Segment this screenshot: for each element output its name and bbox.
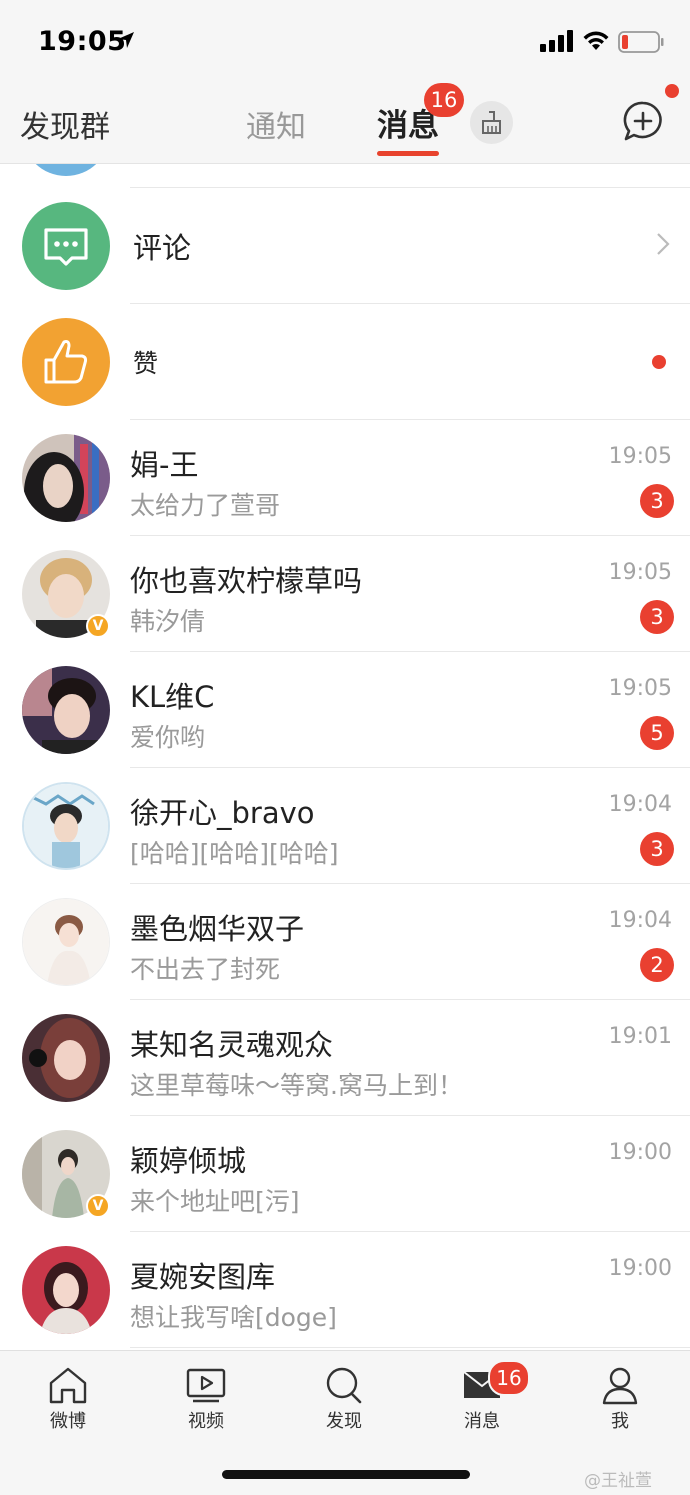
- like-icon-circle: [22, 318, 110, 406]
- avatar: [22, 434, 110, 522]
- messages-tab-badge: 16: [424, 83, 464, 117]
- conversation-preview: [哈哈][哈哈][哈哈]: [130, 839, 339, 868]
- status-bar: 19:05: [0, 0, 690, 80]
- avatar: [22, 1014, 110, 1102]
- conversation-name: 娟-王: [130, 448, 199, 482]
- cellular-signal-icon: [540, 30, 573, 52]
- unread-count-badge: 5: [640, 716, 674, 750]
- conversation-time: 19:04: [608, 792, 672, 817]
- top-nav-bar: 发现群 通知 消息 16: [0, 80, 690, 164]
- tab-label: 视频: [188, 1411, 224, 1432]
- tab-label: 发现: [326, 1411, 362, 1432]
- avatar: [22, 1246, 110, 1334]
- avatar: [22, 164, 110, 176]
- watermark-text: @王祉萱: [584, 1471, 652, 1491]
- tab-notifications[interactable]: 通知: [246, 102, 306, 146]
- conversation-name: 墨色烟华双子: [130, 912, 305, 946]
- tab-me[interactable]: 我: [575, 1365, 665, 1433]
- avatar: [22, 782, 110, 870]
- unread-count-badge: 3: [640, 600, 674, 634]
- likes-title: 赞: [133, 349, 159, 378]
- battery-icon: [618, 31, 664, 53]
- unread-dot: [652, 355, 666, 369]
- verified-badge-icon: V: [86, 1194, 110, 1218]
- avatar: [22, 666, 110, 754]
- conversation-name: 徐开心_bravo: [130, 796, 315, 830]
- conversation-preview: 爱你哟: [130, 723, 206, 752]
- conversation-preview: 想让我写啥[doge]: [130, 1303, 337, 1332]
- conversation-name: 你也喜欢柠檬草吗: [130, 564, 363, 598]
- unread-count-badge: 3: [640, 832, 674, 866]
- conversation-preview: 不出去了封死: [130, 955, 281, 984]
- conversation-name: 夏婉安图库: [130, 1260, 276, 1294]
- conversation-time: 19:00: [608, 1256, 672, 1281]
- new-chat-icon[interactable]: [622, 100, 666, 142]
- comments-title: 评论: [133, 231, 192, 265]
- tab-label: 我: [611, 1411, 629, 1432]
- message-list[interactable]: 评论 赞 娟-王 太给力了萱哥 19:05 3 V 你也喜欢柠檬草吗 韩汐倩 1…: [0, 164, 690, 1350]
- discover-groups-link[interactable]: 发现群: [20, 102, 110, 146]
- unread-count-badge: 3: [640, 484, 674, 518]
- thumbs-up-icon: [44, 340, 88, 384]
- conversation-row[interactable]: 娟-王 太给力了萱哥 19:05 3: [0, 420, 690, 536]
- search-icon: [326, 1367, 362, 1404]
- home-icon: [49, 1367, 87, 1404]
- wifi-icon: [583, 31, 609, 50]
- conversation-row[interactable]: KL维C 爱你哟 19:05 5: [0, 652, 690, 768]
- comments-row[interactable]: 评论: [0, 188, 690, 304]
- tab-weibo-home[interactable]: 微博: [23, 1365, 113, 1433]
- conversation-name: KL维C: [130, 680, 215, 714]
- conversation-name: 某知名灵魂观众: [130, 1028, 334, 1062]
- divider: [130, 1347, 690, 1348]
- verified-badge-icon: V: [86, 614, 110, 638]
- conversation-time: 19:05: [608, 676, 672, 701]
- conversation-row[interactable]: 徐开心_bravo [哈哈][哈哈][哈哈] 19:04 3: [0, 768, 690, 884]
- tab-video[interactable]: 视频: [161, 1365, 251, 1433]
- messages-badge: 16: [488, 1360, 530, 1396]
- conversation-row[interactable]: V 颖婷倾城 来个地址吧[污] 19:00: [0, 1116, 690, 1232]
- unread-count-badge: 2: [640, 948, 674, 982]
- comment-icon-circle: [22, 202, 110, 290]
- conversation-row[interactable]: 某知名灵魂观众 这里草莓味～等窝.窝马上到！ 19:01: [0, 1000, 690, 1116]
- broom-icon: [482, 111, 501, 134]
- home-indicator: [222, 1470, 470, 1479]
- conversation-preview: 韩汐倩: [130, 607, 206, 636]
- conversation-time: 19:01: [608, 1024, 672, 1049]
- likes-row[interactable]: 赞: [0, 304, 690, 420]
- conversation-time: 19:00: [608, 1140, 672, 1165]
- comment-icon: [44, 228, 88, 266]
- conversation-time: 19:05: [608, 444, 672, 469]
- conversation-name: 颖婷倾城: [130, 1144, 247, 1178]
- tab-discover[interactable]: 发现: [299, 1365, 389, 1433]
- active-tab-indicator: [377, 151, 439, 156]
- new-chat-red-dot: [665, 84, 679, 98]
- conversation-preview: 来个地址吧[污]: [130, 1187, 300, 1216]
- clear-unread-button[interactable]: [470, 101, 513, 144]
- location-arrow-icon: [118, 32, 134, 48]
- tab-label: 微博: [50, 1411, 86, 1432]
- conversation-row[interactable]: 夏婉安图库 想让我写啥[doge] 19:00: [0, 1232, 690, 1348]
- conversation-preview: 这里草莓味～等窝.窝马上到！: [130, 1071, 463, 1100]
- chevron-right-icon: [657, 233, 670, 255]
- tab-label: 消息: [464, 1411, 500, 1432]
- video-play-icon: [186, 1368, 226, 1403]
- user-icon: [602, 1367, 638, 1405]
- conversation-row[interactable]: V 你也喜欢柠檬草吗 韩汐倩 19:05 3: [0, 536, 690, 652]
- conversation-preview: 太给力了萱哥: [130, 491, 281, 520]
- avatar: [22, 898, 110, 986]
- conversation-time: 19:04: [608, 908, 672, 933]
- conversation-row[interactable]: 墨色烟华双子 不出去了封死 19:04 2: [0, 884, 690, 1000]
- status-time: 19:05: [38, 26, 127, 57]
- conversation-time: 19:05: [608, 560, 672, 585]
